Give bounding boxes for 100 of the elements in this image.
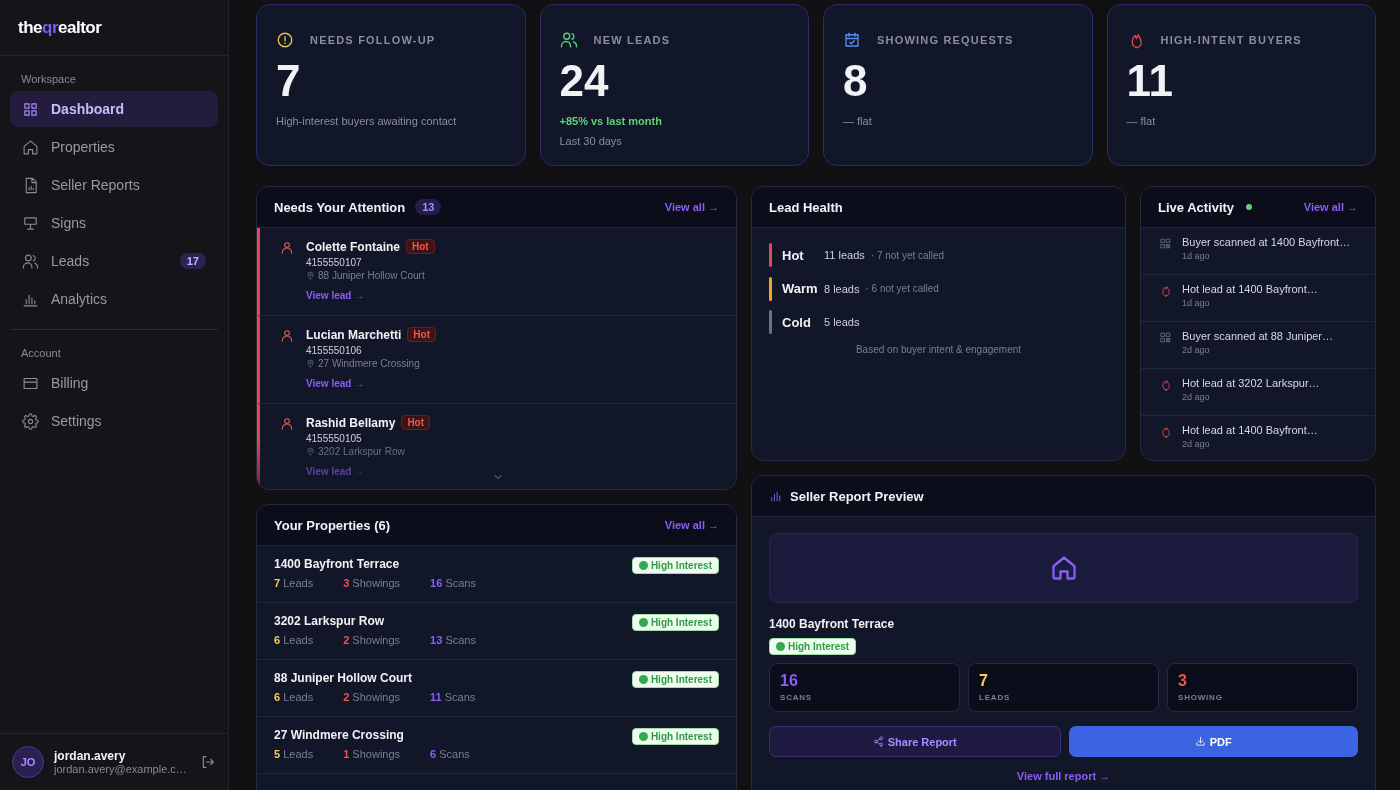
health-note: · 7 not yet called	[870, 249, 945, 261]
lead-name: Colette Fontaine	[306, 239, 400, 254]
property-row[interactable]: 1400 Bayfront Terrace 7 Leads 3 Showings 16 Scans High Interest	[257, 546, 736, 603]
nav-item[interactable]: Billing	[10, 365, 218, 401]
interest-badge: High Interest	[631, 671, 719, 688]
stat-item: 2 Showings	[343, 634, 401, 646]
activity-item[interactable]: Buyer scanned at 1400 Bayfront… 1d ago	[1141, 228, 1375, 275]
section-label: Account	[20, 346, 62, 361]
users-icon	[559, 31, 578, 49]
metric-value: 7	[979, 672, 989, 690]
logo: theqrealtor	[18, 17, 102, 38]
panel-title: Lead Health	[769, 199, 843, 215]
pin-icon	[306, 271, 315, 280]
lead-name: Lucian Marchetti	[306, 327, 402, 342]
nav-item[interactable]: Seller Reports	[10, 167, 218, 203]
interest-badge: High Interest	[631, 614, 719, 631]
property-name: 1400 Bayfront Terrace	[769, 617, 895, 631]
lead-name: Rashid Bellamy	[306, 415, 396, 430]
timestamp: 1d ago	[1182, 298, 1211, 308]
phone-number: 4155550106	[306, 345, 362, 356]
stat-value: 7	[276, 57, 301, 106]
nav-item[interactable]: Properties	[10, 129, 218, 165]
person-icon	[280, 329, 294, 343]
stat-value: 24	[559, 57, 609, 106]
activity-text: Hot lead at 1400 Bayfront…	[1182, 283, 1318, 295]
timestamp: 2d ago	[1182, 439, 1211, 449]
home-icon	[1049, 554, 1078, 582]
timestamp: 2d ago	[1182, 392, 1211, 402]
view-full-report-link[interactable]: View full report →	[1016, 770, 1111, 782]
user-name: jordan.avery	[54, 749, 127, 763]
count-badge: 13	[415, 199, 442, 215]
person-icon	[280, 417, 294, 431]
download-icon	[1194, 736, 1206, 747]
flame-icon	[1159, 425, 1172, 438]
panel-title: Live Activity	[1158, 199, 1235, 215]
flame-icon	[1159, 284, 1172, 297]
view-all-link[interactable]: View all →	[1303, 201, 1358, 213]
stat-item: 13 Scans	[430, 634, 476, 646]
view-all-link[interactable]: View all →	[664, 201, 719, 213]
panel-title: Needs Your Attention	[274, 199, 406, 215]
timestamp: 2d ago	[1182, 345, 1211, 355]
flame-icon	[1159, 378, 1172, 391]
activity-item[interactable]: Hot lead at 1400 Bayfront… 2d ago	[1141, 416, 1375, 460]
property-row[interactable]: 88 Juniper Hollow Court 6 Leads 2 Showings 11 Scans High Interest	[257, 660, 736, 717]
stat-label: NEW LEADS	[593, 34, 671, 46]
nav-item[interactable]: Settings	[10, 403, 218, 439]
health-label: Warm	[782, 281, 819, 296]
pin-icon	[306, 359, 315, 368]
section-label: Workspace	[20, 72, 77, 87]
share-report-button[interactable]: Share Report	[769, 726, 1061, 757]
pdf-button[interactable]: PDF	[1068, 726, 1358, 757]
panel-title: Your Properties (6)	[274, 517, 391, 533]
stat-value: 11	[1126, 57, 1173, 106]
share-icon	[872, 736, 884, 747]
property-row[interactable]: 3202 Larkspur Row 6 Leads 2 Showings 13 Scans High Interest	[257, 603, 736, 660]
hot-tag: Hot	[407, 327, 437, 342]
stat-item: 11 Scans	[430, 691, 476, 703]
logout-icon[interactable]	[200, 754, 216, 770]
metric-label: SHOWING	[1178, 693, 1224, 702]
activity-item[interactable]: Hot lead at 1400 Bayfront… 1d ago	[1141, 275, 1375, 322]
health-note: · 6 not yet called	[865, 283, 939, 294]
trend-text: — flat	[1126, 115, 1156, 128]
metric-value: 16	[780, 672, 799, 690]
metric-label: LEADS	[979, 693, 1012, 702]
hot-tag: Hot	[401, 415, 431, 430]
stat-label: HIGH-INTENT BUYERS	[1160, 34, 1302, 46]
settings-icon	[22, 412, 39, 430]
activity-text: Hot lead at 1400 Bayfront…	[1182, 424, 1318, 436]
stat-note: Last 30 days	[559, 135, 622, 148]
address-text: 88 Juniper Hollow Court	[318, 270, 425, 281]
interest-badge: High Interest	[631, 728, 719, 745]
alert-icon	[276, 31, 294, 49]
activity-item[interactable]: Hot lead at 3202 Larkspur… 2d ago	[1141, 369, 1375, 416]
property-name: 27 Windmere Crossing	[274, 728, 405, 742]
footnote: Based on buyer intent & engagement	[854, 343, 1023, 355]
view-lead-link[interactable]: View lead →	[306, 378, 365, 389]
stat-item: 1 Showings	[343, 748, 401, 760]
property-row[interactable]: 27 Windmere Crossing 5 Leads 1 Showings 6 Scans High Interest	[257, 717, 736, 774]
panel-title: Seller Report Preview	[790, 488, 924, 504]
health-label: Hot	[782, 247, 805, 263]
stat-item: 6 Leads	[274, 691, 314, 703]
property-name: 1400 Bayfront Terrace	[274, 557, 401, 571]
qr-code-icon	[1159, 331, 1172, 344]
user-email: jordan.avery@example.c…	[54, 763, 188, 775]
activity-item[interactable]: Buyer scanned at 88 Juniper… 2d ago	[1141, 322, 1375, 369]
stat-item: 7 Leads	[274, 577, 314, 589]
nav-item[interactable]: Analytics	[10, 281, 218, 317]
stat-item: 6 Leads	[274, 634, 314, 646]
qr-code-icon	[1159, 237, 1172, 250]
stat-item: 5 Leads	[274, 748, 314, 760]
view-all-link[interactable]: View all →	[664, 519, 719, 531]
nav-item[interactable]: Dashboard	[10, 91, 218, 127]
stat-label: SHOWING REQUESTS	[877, 34, 1014, 46]
phone-number: 4155550105	[306, 433, 362, 444]
lead-count: 11 leads	[824, 249, 865, 261]
view-lead-link[interactable]: View lead →	[306, 290, 365, 301]
trend-text: — flat	[843, 115, 872, 128]
nav-item[interactable]: Signs	[10, 205, 218, 241]
nav-item[interactable]: Leads 17	[10, 243, 218, 279]
person-icon	[280, 241, 294, 255]
